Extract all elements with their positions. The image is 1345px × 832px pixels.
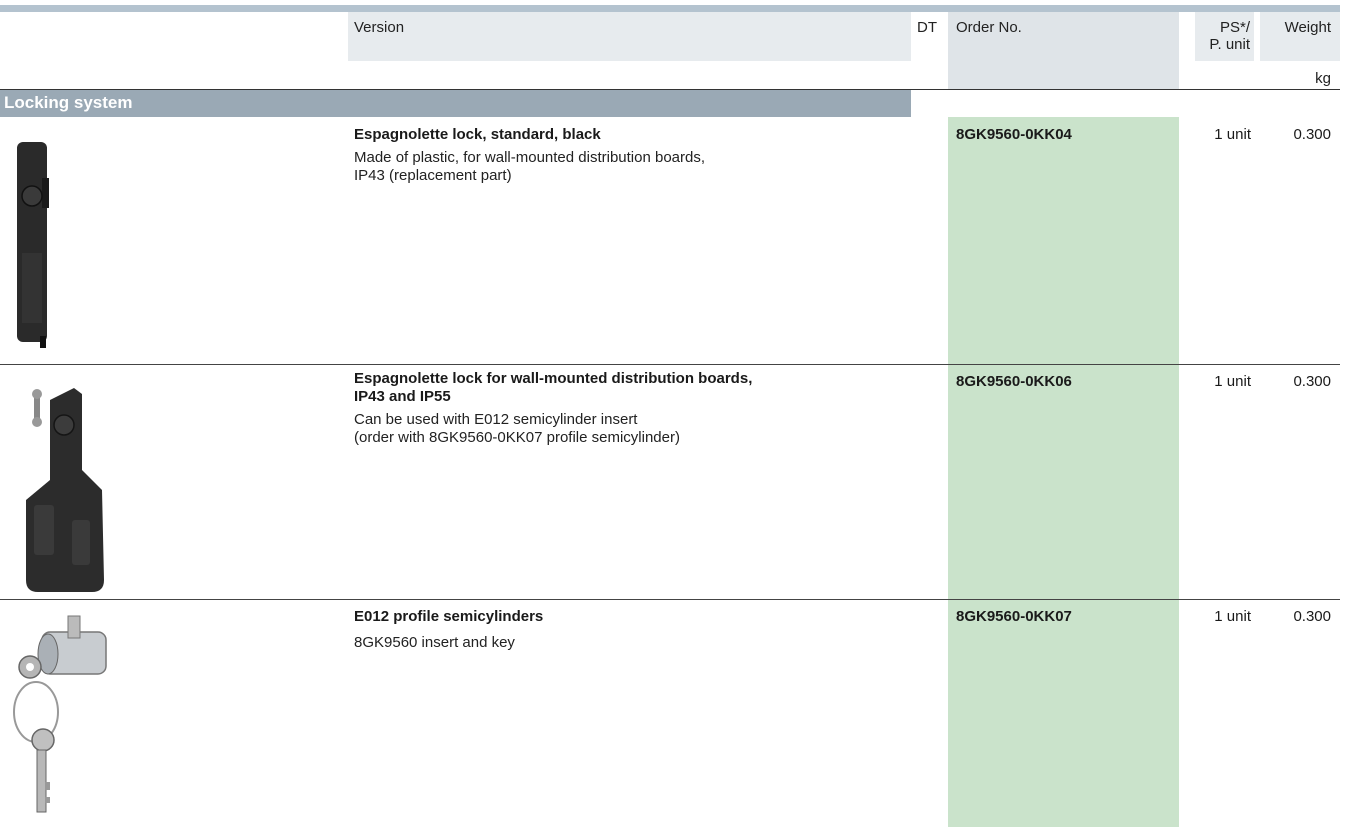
row2-title-line1: Espagnolette lock for wall-mounted distr… xyxy=(354,370,753,387)
row3-description: 8GK9560 insert and key xyxy=(354,634,515,652)
column-header-version: Version xyxy=(354,19,405,36)
row1-order-no: 8GK9560-0KK04 xyxy=(956,126,1072,143)
row2-title-line2: IP43 and IP55 xyxy=(354,388,451,405)
header-top-band xyxy=(0,5,1340,12)
column-header-weight: Weight xyxy=(1284,19,1331,36)
row2-desc-line2: (order with 8GK9560-0KK07 profile semicy… xyxy=(354,429,680,446)
row2-ps: 1 unit xyxy=(1214,373,1251,390)
row2-desc-line1: Can be used with E012 semicylinder inser… xyxy=(354,411,638,428)
row1-desc-line1: Made of plastic, for wall-mounted distri… xyxy=(354,149,706,166)
row-divider xyxy=(0,364,1340,365)
row3-weight: 0.300 xyxy=(1293,608,1331,625)
column-header-order-no: Order No. xyxy=(956,19,1022,36)
row3-ps: 1 unit xyxy=(1214,608,1251,625)
row1-description: Made of plastic, for wall-mounted distri… xyxy=(354,149,705,185)
row2-description: Can be used with E012 semicylinder inser… xyxy=(354,411,680,447)
row2-title: Espagnolette lock for wall-mounted distr… xyxy=(354,370,752,406)
row1-ps: 1 unit xyxy=(1214,126,1251,143)
espagnolette-lock-ip55-photo xyxy=(22,380,112,601)
row1-weight: 0.300 xyxy=(1293,126,1331,143)
column-header-ps-line2: P. unit xyxy=(1209,36,1250,53)
row3-title: E012 profile semicylinders xyxy=(354,608,544,625)
order-column-highlight xyxy=(948,117,1179,827)
row-divider xyxy=(0,599,1340,600)
column-header-weight-unit: kg xyxy=(1315,70,1331,87)
section-title: Locking system xyxy=(4,93,133,112)
row2-order-no: 8GK9560-0KK06 xyxy=(956,373,1072,390)
header-version-bg xyxy=(348,12,911,61)
section-bar xyxy=(0,90,911,117)
row3-desc-line1: 8GK9560 insert and key xyxy=(354,634,515,651)
row3-order-no: 8GK9560-0KK07 xyxy=(956,608,1072,625)
black-espagnolette-lock-photo xyxy=(14,138,54,355)
row1-desc-line2: IP43 (replacement part) xyxy=(354,167,512,184)
column-header-ps: PS*/ P. unit xyxy=(1190,19,1250,53)
row1-title: Espagnolette lock, standard, black xyxy=(354,126,601,143)
column-header-ps-line1: PS*/ xyxy=(1219,19,1250,36)
column-header-dt: DT xyxy=(917,19,937,36)
semicylinder-with-keys-photo xyxy=(8,612,118,832)
row2-weight: 0.300 xyxy=(1293,373,1331,390)
